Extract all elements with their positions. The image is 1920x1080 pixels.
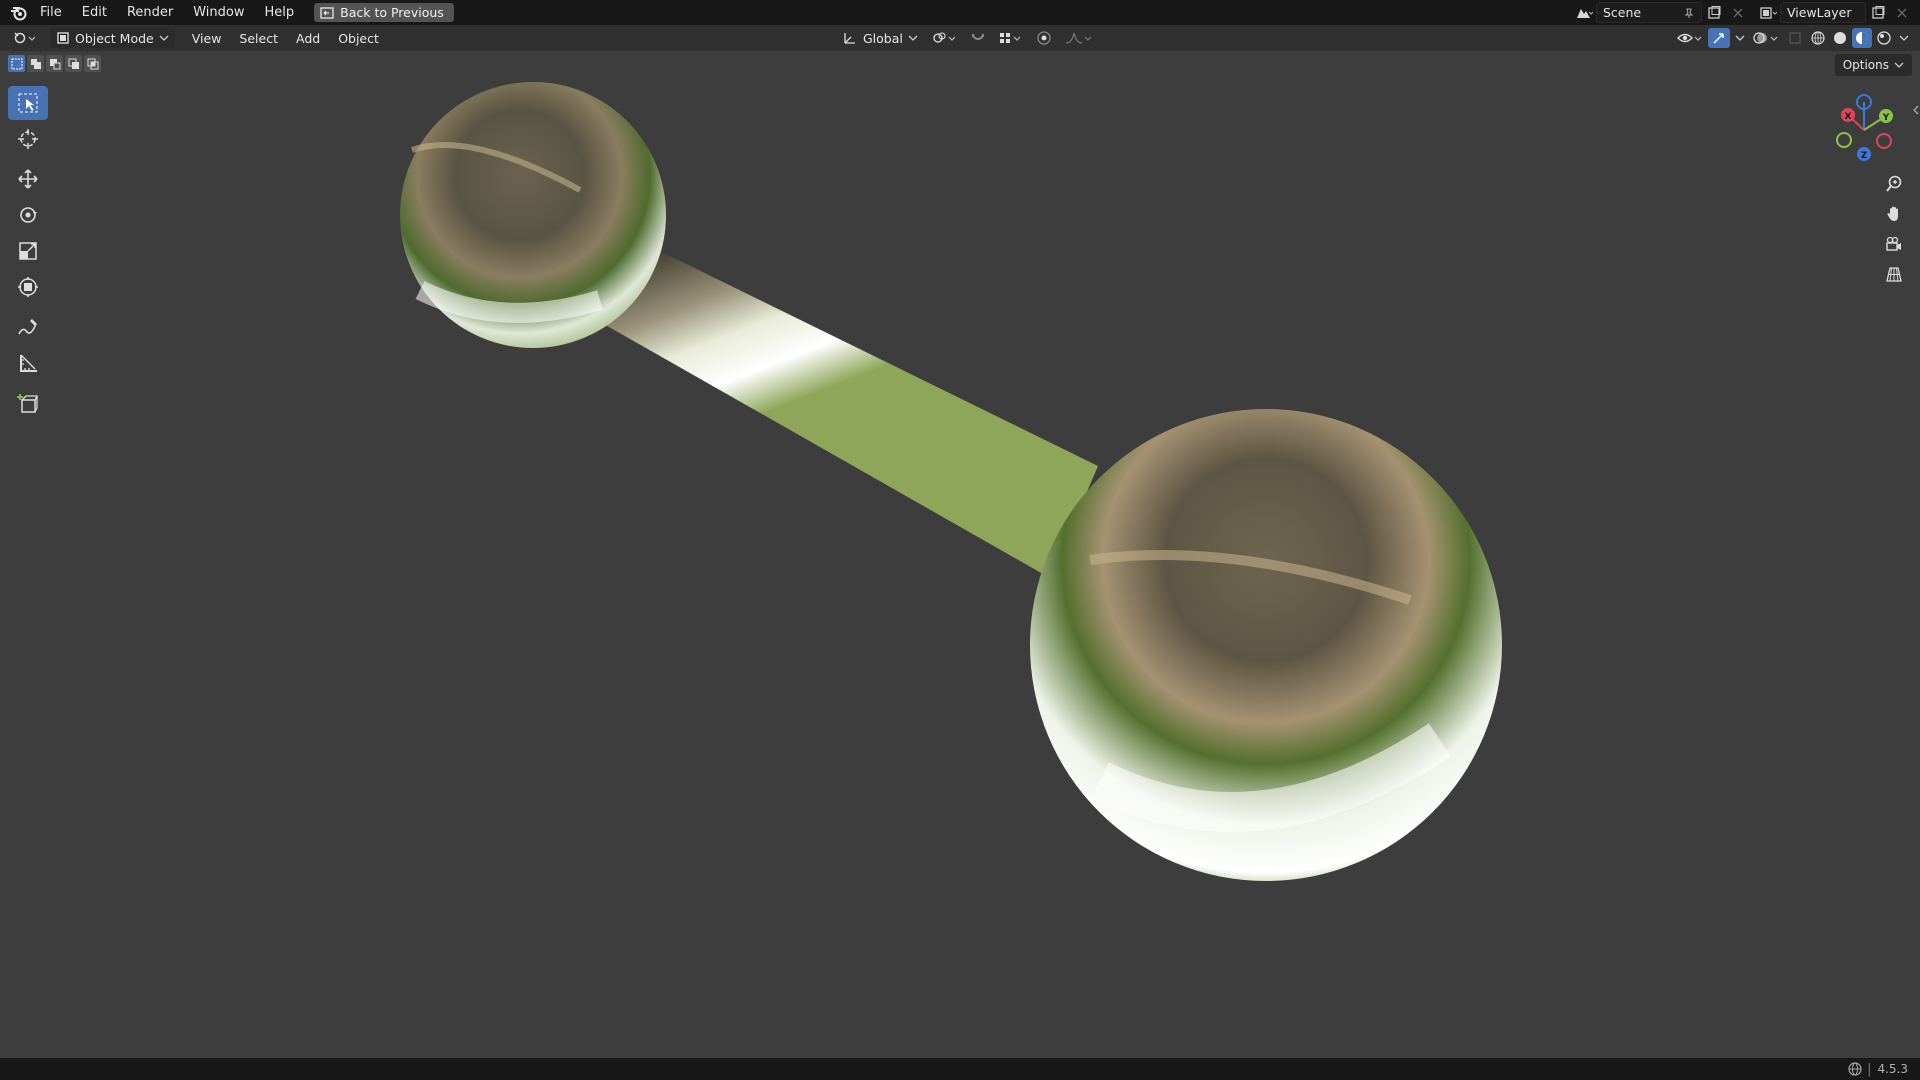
wireframe-shading-icon[interactable] [1808,28,1828,48]
pin-icon[interactable] [1683,7,1695,19]
select-invert-icon[interactable] [65,55,82,72]
gizmo-z-label: Z [1861,151,1868,161]
blender-version: 4.5.3 [1877,1062,1908,1076]
top-menu-bar: File Edit Render Window Help Back to Pre… [0,0,1920,25]
add-cube-tool-icon[interactable] [8,386,48,420]
gizmo-x-label: X [1845,112,1852,122]
proportional-editing-icon[interactable] [1032,28,1056,48]
rendered-shading-icon[interactable] [1874,28,1894,48]
mode-dropdown[interactable]: Object Mode [50,28,175,48]
menu-help[interactable]: Help [255,0,305,25]
object-mode-icon [57,32,69,44]
annotate-tool-icon[interactable] [8,310,48,344]
menu-view[interactable]: View [183,31,231,46]
rotate-tool-icon[interactable] [8,198,48,232]
orientation-axes-icon [844,33,855,44]
gizmo-neg-x-handle[interactable] [1876,133,1892,149]
transform-orientation-dropdown[interactable]: Global [836,28,924,48]
select-intersect-icon[interactable] [84,55,101,72]
back-to-previous-label: Back to Previous [340,5,444,20]
measure-tool-icon[interactable] [8,346,48,380]
editor-type-icon[interactable] [10,28,40,48]
status-separator: | [1867,1061,1872,1077]
mode-label: Object Mode [75,30,154,46]
scene-selector[interactable]: Scene [1572,2,1750,23]
select-extend-icon[interactable] [27,55,44,72]
menu-file[interactable]: File [30,0,72,25]
status-bar: | 4.5.3 [0,1058,1920,1080]
solid-shading-icon[interactable] [1830,28,1850,48]
select-new-icon[interactable] [8,55,25,72]
xray-toggle-icon[interactable] [1784,28,1806,48]
menu-add[interactable]: Add [287,31,329,46]
pan-hand-icon[interactable] [1880,200,1908,228]
transform-tool-icon[interactable] [8,270,48,304]
selectability-visibility-icon[interactable] [1674,28,1706,48]
toggle-perspective-grid-icon[interactable] [1880,260,1908,288]
view-layer-name[interactable]: ViewLayer [1787,5,1852,20]
menu-object[interactable]: Object [329,31,388,46]
options-label: Options [1842,58,1889,72]
chevron-left-icon [1913,105,1919,115]
view-layer-browse-icon[interactable] [1756,3,1780,23]
orientation-label: Global [863,30,903,46]
gizmo-toggle-icon[interactable] [1708,28,1730,48]
menu-window[interactable]: Window [183,0,254,25]
menu-render[interactable]: Render [117,0,183,25]
back-to-previous-button[interactable]: Back to Previous [314,3,454,22]
chevron-down-icon [1894,62,1904,68]
gizmo-neg-y-handle[interactable] [1836,132,1852,148]
back-window-icon [320,6,334,19]
sidebar-toggle[interactable] [1912,100,1920,120]
navigation-gizmo[interactable]: X Y Z [1826,90,1902,166]
3d-viewport-scene[interactable] [0,51,1920,1058]
snap-target-icon[interactable] [996,28,1026,48]
new-view-layer-icon[interactable] [1866,3,1890,23]
menu-select[interactable]: Select [230,31,287,46]
menu-edit[interactable]: Edit [72,0,117,25]
scene-browse-icon[interactable] [1572,3,1596,23]
camera-view-icon[interactable] [1880,230,1908,258]
chevron-down-icon [159,35,169,41]
select-subtract-icon[interactable] [46,55,63,72]
selection-mode-buttons [8,55,101,72]
gizmo-y-label: Y [1882,113,1890,123]
snap-toggle-icon[interactable] [966,28,990,48]
pivot-point-icon[interactable] [930,28,960,48]
tool-shelf [8,86,48,422]
material-preview-shading-icon[interactable] [1852,28,1872,48]
network-globe-icon[interactable] [1847,1061,1863,1077]
scale-tool-icon[interactable] [8,234,48,268]
viewport-navigation-tools [1880,170,1908,290]
blender-logo-icon[interactable] [8,2,30,24]
move-tool-icon[interactable] [8,162,48,196]
proportional-falloff-icon[interactable] [1062,28,1096,48]
chevron-down-icon [908,35,918,41]
scene-name[interactable]: Scene [1603,5,1641,20]
delete-scene-icon[interactable] [1726,3,1750,23]
view-layer-selector[interactable]: ViewLayer [1756,2,1914,23]
cursor-tool-icon[interactable] [8,122,48,156]
overlays-icon[interactable] [1750,28,1782,48]
delete-view-layer-icon[interactable] [1890,3,1914,23]
viewport-header: Object Mode View Select Add Object Globa… [0,25,1920,51]
shading-dropdown-icon[interactable] [1896,28,1912,48]
new-scene-icon[interactable] [1702,3,1726,23]
zoom-icon[interactable] [1880,170,1908,198]
select-box-tool-icon[interactable] [8,86,48,120]
gizmo-dropdown-icon[interactable] [1732,28,1748,48]
options-dropdown[interactable]: Options [1834,54,1912,76]
